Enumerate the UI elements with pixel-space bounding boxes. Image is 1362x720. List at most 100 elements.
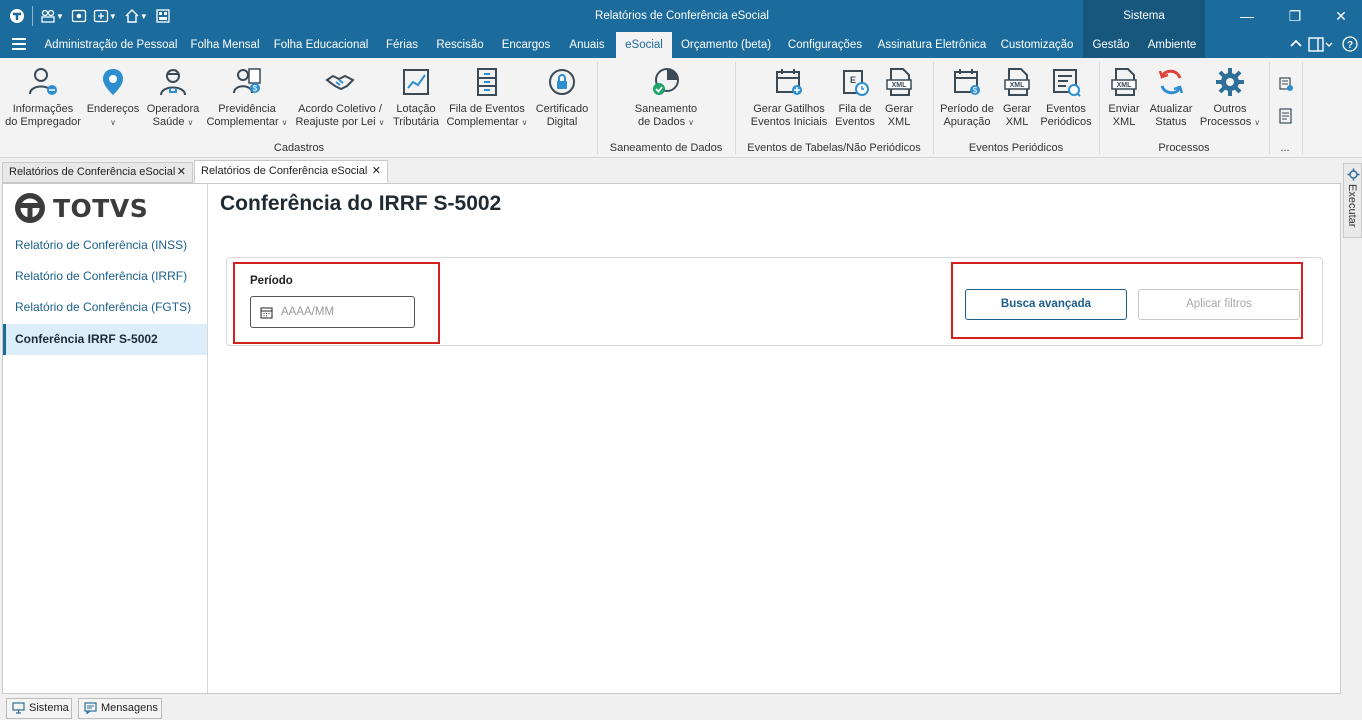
ribbon-enviar-xml-button[interactable]: XML Enviar XML	[1104, 66, 1144, 129]
ribbon-gerar-xml-periodicos-button[interactable]: XML Gerar XML	[998, 66, 1036, 129]
minimize-button[interactable]: —	[1224, 0, 1270, 32]
ribbon: Informações do Empregador Endereços ∨ Oper…	[0, 58, 1362, 158]
ribbon-group-more[interactable]: ...	[1270, 142, 1300, 154]
ribbon-enderecos-button[interactable]: Endereços ∨	[84, 66, 142, 129]
quick-access-toolbar: ▼ ▼ ▼	[6, 0, 174, 32]
close-window-button[interactable]: ✕	[1318, 0, 1362, 32]
page-title: Conferência do IRRF S-5002	[220, 192, 502, 215]
executar-label: Executar	[1346, 184, 1358, 228]
svg-text:?: ?	[1347, 40, 1353, 51]
ribbon-group-periodicos: Eventos Periódicos	[968, 142, 1064, 154]
ribbon-group-tabelas: Eventos de Tabelas/Não Periódicos	[747, 142, 921, 154]
ribbon-saneamento-dados-button[interactable]: Saneamento de Dados ∨	[624, 66, 708, 129]
status-sistema-button[interactable]: Sistema	[6, 698, 72, 719]
gear-icon	[1347, 168, 1360, 181]
periodo-input[interactable]	[281, 303, 409, 321]
totvs-logo: TOTVS	[13, 190, 148, 226]
ribbon-acordo-coletivo-button[interactable]: Acordo Coletivo / Reajuste por Lei ∨	[292, 66, 388, 129]
ribbon-lotacao-tributaria-button[interactable]: Lotação Tributária	[390, 66, 442, 129]
close-tab-icon[interactable]: ✕	[177, 163, 186, 182]
svg-text:XML: XML	[1117, 82, 1133, 89]
sidebar-item-inss[interactable]: Relatório de Conferência (INSS)	[3, 230, 207, 261]
ribbon-atualizar-status-button[interactable]: Atualizar Status	[1146, 66, 1196, 129]
tab-customizacao[interactable]: Customização	[996, 32, 1078, 58]
certificate-lock-icon	[549, 69, 575, 95]
sidebar-item-irrf[interactable]: Relatório de Conferência (IRRF)	[3, 261, 207, 292]
doc-tab-2-active[interactable]: Relatórios de Conferência eSocial ✕	[194, 160, 388, 183]
layout-icon[interactable]	[1308, 37, 1334, 56]
gear-icon	[1216, 68, 1244, 96]
totvs-app-icon[interactable]	[6, 5, 28, 27]
sidebar-item-fgts[interactable]: Relatório de Conferência (FGTS)	[3, 292, 207, 323]
tab-encargos[interactable]: Encargos	[494, 32, 558, 58]
document-tabs: Relatórios de Conferência eSocial ✕ Rela…	[0, 158, 1362, 183]
tab-assinatura-eletronica[interactable]: Assinatura Eletrônica	[872, 32, 992, 58]
tab-rescisao[interactable]: Rescisão	[430, 32, 490, 58]
tab-gestao[interactable]: Gestão	[1083, 32, 1139, 58]
aplicar-filtros-button[interactable]: Aplicar filtros	[1138, 289, 1300, 320]
busca-avancada-button[interactable]: Busca avançada	[965, 289, 1127, 320]
ribbon-fila-eventos-complementar-button[interactable]: Fila de Eventos Complementar ∨	[444, 66, 530, 129]
collapse-ribbon-icon[interactable]	[1290, 37, 1302, 54]
svg-text:$: $	[973, 86, 978, 95]
xml-file-icon: XML	[1004, 68, 1030, 96]
ribbon-group-cadastros: Cadastros	[273, 142, 325, 154]
ribbon-fila-eventos-button[interactable]: E Fila de Eventos	[832, 66, 878, 129]
system-label: Sistema	[1083, 0, 1205, 32]
ribbon-group-processos: Processos	[1158, 142, 1210, 154]
message-icon	[84, 702, 97, 714]
ribbon-outros-processos-button[interactable]: Outros Processos ∨	[1198, 66, 1262, 129]
periodo-field[interactable]	[250, 296, 415, 328]
calendar-money-icon: $	[954, 69, 980, 95]
employer-icon	[29, 68, 57, 95]
ribbon-gerar-xml-tabelas-button[interactable]: XML Gerar XML	[880, 66, 918, 129]
executar-side-tab[interactable]: Executar	[1343, 163, 1362, 238]
tab-administracao-pessoal[interactable]: Administração de Pessoal	[40, 32, 182, 58]
view-icon[interactable]	[68, 5, 90, 27]
tab-orcamento[interactable]: Orçamento (beta)	[674, 32, 778, 58]
refresh-icon	[1158, 69, 1184, 95]
ribbon-previdencia-complementar-button[interactable]: $ Previdência Complementar ∨	[204, 66, 290, 129]
menu-bar: Administração de Pessoal Folha Mensal Fo…	[0, 32, 1362, 58]
sidebar: TOTVS Relatório de Conferência (INSS) Re…	[3, 184, 208, 693]
svg-text:XML: XML	[892, 82, 908, 89]
ribbon-small-report-icon[interactable]	[1278, 76, 1294, 95]
tab-folha-mensal[interactable]: Folha Mensal	[184, 32, 266, 58]
restore-button[interactable]: ❐	[1272, 0, 1318, 32]
event-queue-icon	[477, 68, 497, 96]
ribbon-periodo-apuracao-button[interactable]: $ Período de Apuração	[938, 66, 996, 129]
ribbon-gerar-gatilhos-button[interactable]: Gerar Gatilhos Eventos Iniciais	[748, 66, 830, 129]
calendar-icon[interactable]	[260, 306, 273, 319]
svg-text:$: $	[253, 84, 258, 93]
tab-esocial[interactable]: eSocial	[616, 32, 672, 58]
ribbon-eventos-periodicos-button[interactable]: Eventos Periódicos	[1038, 66, 1094, 129]
main-menu-icon[interactable]	[12, 38, 26, 52]
tab-anuais[interactable]: Anuais	[562, 32, 612, 58]
location-pin-icon	[103, 69, 123, 95]
window-title: Relatórios de Conferência eSocial	[595, 10, 769, 22]
tab-ambiente[interactable]: Ambiente	[1139, 32, 1205, 58]
ribbon-operadora-saude-button[interactable]: Operadora Saúde ∨	[144, 66, 202, 129]
close-tab-icon[interactable]: ✕	[372, 161, 381, 182]
sidebar-item-irrf-s5002[interactable]: Conferência IRRF S-5002	[3, 324, 207, 355]
data-cleanup-icon	[653, 68, 679, 95]
status-mensagens-button[interactable]: Mensagens	[78, 698, 162, 719]
doc-tab-1[interactable]: Relatórios de Conferência eSocial ✕	[2, 162, 193, 183]
svg-text:E: E	[850, 75, 856, 85]
tab-ferias[interactable]: Férias	[376, 32, 428, 58]
handshake-icon	[325, 74, 355, 91]
ribbon-certificado-digital-button[interactable]: Certificado Digital	[532, 66, 592, 129]
calendar-trigger-icon	[776, 69, 802, 95]
help-icon[interactable]: ?	[1342, 36, 1358, 55]
tab-configuracoes[interactable]: Configurações	[782, 32, 868, 58]
ribbon-small-document-icon[interactable]	[1278, 108, 1294, 127]
title-bar: ▼ ▼ ▼ Relatórios de Conferência eSocial …	[0, 0, 1362, 32]
ribbon-informacoes-empregador-button[interactable]: Informações do Empregador	[4, 66, 82, 129]
monitor-icon	[12, 702, 25, 714]
xml-file-icon: XML	[886, 68, 912, 96]
status-bar: Sistema Mensagens	[0, 696, 1362, 720]
totvs-logo-icon	[15, 193, 45, 223]
periodic-events-icon	[1053, 69, 1081, 97]
dashboard-icon[interactable]	[152, 5, 174, 27]
tab-folha-educacional[interactable]: Folha Educacional	[268, 32, 374, 58]
